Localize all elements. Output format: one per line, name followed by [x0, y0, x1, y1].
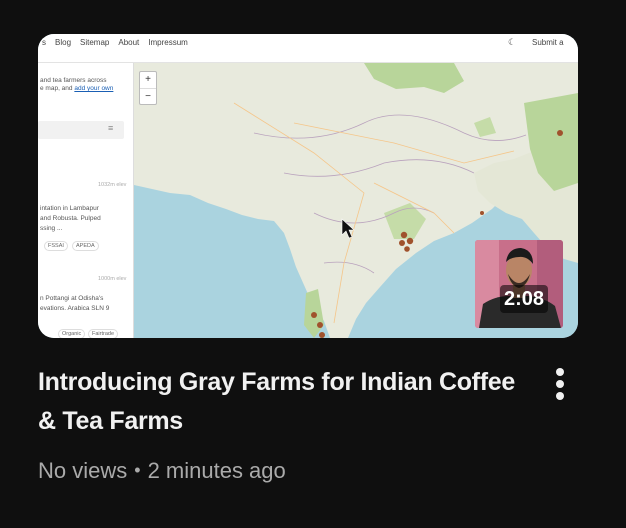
farm-1-elevation: 1032m elev: [98, 182, 127, 188]
nav-item-sitemap: Sitemap: [80, 38, 110, 47]
nav-item-about: About: [118, 38, 140, 47]
farm-marker: [406, 237, 414, 245]
farm-2-tag-1: Organic: [58, 329, 86, 338]
zoom-out-button: −: [145, 91, 151, 102]
video-metadata: No views • 2 minutes ago: [38, 456, 286, 487]
farm-marker: [311, 312, 317, 318]
farm-2-elevation: 1000m elev: [98, 276, 127, 282]
intro-text-1: and tea farmers across: [40, 77, 107, 84]
more-actions-button[interactable]: [548, 364, 572, 404]
add-your-own-link: add your own: [74, 85, 114, 92]
farm-1-tag-2: APEDA: [72, 241, 99, 251]
thumbnail-side-panel: and tea farmers across e map, and add yo…: [38, 63, 134, 338]
farm-2-tag-2: Fairtrade: [88, 329, 119, 338]
zoom-in-button: +: [140, 72, 156, 89]
farm-1-line-3: ssing ...: [40, 225, 63, 232]
more-vert-icon: [556, 392, 564, 400]
nav-item-impressum: Impressum: [148, 38, 188, 47]
farm-marker: [319, 332, 325, 338]
farm-2-line-2: evations. Arabica SLN 9: [40, 305, 110, 312]
moon-icon: ☾: [508, 37, 517, 47]
meta-separator: •: [134, 460, 141, 480]
video-duration-badge: 2:08: [500, 285, 549, 313]
intro-text-2-plain: e map, and: [40, 85, 73, 92]
thumbnail-site-header: s Blog Sitemap About Impressum ☾ Submit …: [38, 34, 578, 63]
more-vert-icon: [556, 368, 564, 376]
farm-1-line-1: intation in Lambapur: [40, 205, 99, 212]
filter-icon: ≡: [108, 123, 114, 133]
nav-item-fragment: s: [42, 38, 46, 47]
farm-marker: [399, 240, 405, 246]
nav-item-blog: Blog: [55, 38, 72, 47]
video-thumbnail[interactable]: s Blog Sitemap About Impressum ☾ Submit …: [38, 34, 578, 338]
farm-marker: [404, 246, 410, 252]
farm-1-tag-1: FSSAI: [44, 241, 68, 251]
video-title[interactable]: Introducing Gray Farms for Indian Coffee…: [38, 363, 518, 441]
farm-marker: [480, 211, 484, 215]
presenter-webcam: [475, 240, 563, 328]
more-vert-icon: [556, 380, 564, 388]
video-card[interactable]: s Blog Sitemap About Impressum ☾ Submit …: [0, 0, 626, 528]
farm-marker: [400, 231, 408, 239]
submit-link: Submit a: [532, 38, 564, 47]
view-count: No views: [38, 458, 128, 483]
farm-2-line-1: n Pottangi at Odisha's: [40, 295, 104, 302]
thumbnail-site-nav: s Blog Sitemap About Impressum: [42, 38, 188, 47]
farm-1-line-2: and Robusta. Pulped: [40, 215, 101, 222]
upload-age: 2 minutes ago: [147, 458, 286, 483]
farm-marker: [557, 130, 563, 136]
farm-marker: [317, 322, 323, 328]
intro-text-2: e map, and add your own: [40, 85, 130, 93]
map-zoom-control: + −: [139, 71, 157, 105]
